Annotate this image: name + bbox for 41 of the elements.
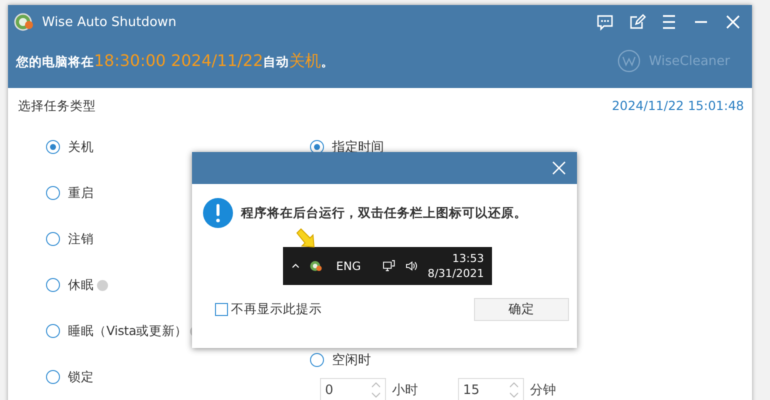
app-logo-icon [14,12,34,32]
tray-time: 13:53 [452,251,484,266]
edit-icon[interactable] [628,13,646,31]
option-label: 睡眠（Vista或更新） [68,322,188,340]
option-label: 注销 [68,230,94,248]
feedback-icon[interactable] [596,13,614,31]
unit-label: 小时 [392,382,419,399]
checkbox[interactable] [215,303,228,316]
radio-button[interactable] [310,353,324,367]
unit-label: 分钟 [530,382,557,399]
info-icon [203,198,233,228]
close-icon[interactable] [551,160,567,176]
radio-button[interactable] [46,324,60,338]
dialog-message: 程序将在后台运行，双击任务栏上图标可以还原。 [241,204,527,222]
radio-button[interactable] [46,140,60,154]
radio-button[interactable] [46,370,60,384]
checkbox-label: 不再显示此提示 [231,301,322,318]
radio-button[interactable] [46,278,60,292]
minutes-field[interactable]: 15 [458,378,524,400]
current-time: 2024/11/22 15:01:48 [612,98,744,115]
option-label: 休眠 [68,276,94,294]
spin-arrows-icon[interactable] [509,380,519,400]
arrow-icon [295,228,317,250]
tray-date: 8/31/2021 [428,266,484,281]
menu-icon[interactable] [660,13,678,31]
close-icon[interactable] [724,13,742,31]
option-label: 关机 [68,138,94,156]
window-title: Wise Auto Shutdown [42,14,176,30]
brand-name: WiseCleaner [648,54,730,68]
option-label: 重启 [68,184,94,202]
brand-logo-icon [616,49,641,73]
language-label[interactable]: ENG [336,259,361,273]
section-title: 选择任务类型 [18,98,96,115]
option-label: 空闲时 [332,352,371,369]
spin-arrows-icon[interactable] [371,380,381,400]
option-label: 锁定 [68,368,94,386]
radio-button[interactable] [46,186,60,200]
schedule-message: 您的电脑将在18:30:00 2024/11/22自动关机。 [16,50,334,72]
hours-field[interactable]: 0 [320,378,386,400]
ok-button[interactable]: 确定 [474,298,569,321]
radio-button[interactable] [46,232,60,246]
